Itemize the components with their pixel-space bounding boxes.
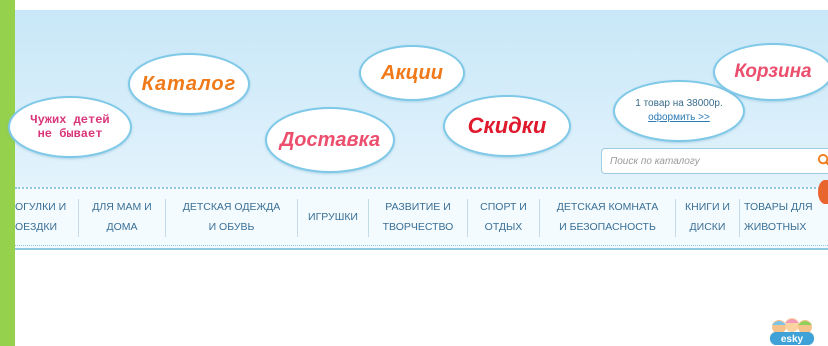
nav-label-sport: СПОРТ И ОТДЫХ [480,201,527,233]
nav-item-development[interactable]: РАЗВИТИЕ И ТВОРЧЕСТВО [369,189,467,245]
cart-label: Корзина [734,61,812,82]
actions-cloud-link[interactable]: Акции [359,37,465,101]
catalog-label: Каталог [141,72,237,95]
slogan-text: Чужих детей не бывает [30,113,110,141]
delivery-label: Доставка [279,128,381,151]
discounts-label: Скидки [467,113,547,138]
checkout-link[interactable]: оформить >> [648,111,710,125]
search-box [601,148,828,174]
catalog-cloud-link[interactable]: Каталог [128,43,250,115]
nav-label-kids-room: ДЕТСКАЯ КОМНАТА И БЕЗОПАСНОСТЬ [556,201,659,233]
corner-badge-icon [818,180,828,204]
search-input[interactable] [610,152,810,170]
nav-label-pets: ТОВАРЫ ДЛЯ ЖИВОТНЫХ [744,201,813,233]
discounts-cloud-link[interactable]: Скидки [443,85,571,157]
nav-label-kids-clothing: ДЕТСКАЯ ОДЕЖДА И ОБУВЬ [182,201,281,233]
slogan-cloud: Чужих детей не бывает [8,86,132,158]
nav-item-walks[interactable]: ОГУЛКИ И ОЕЗДКИ [15,189,78,245]
category-nav: ОГУЛКИ И ОЕЗДКИ ДЛЯ МАМ И ДОМА ДЕТСКАЯ О… [15,187,828,250]
nav-item-kids-room[interactable]: ДЕТСКАЯ КОМНАТА И БЕЗОПАСНОСТЬ [540,189,675,245]
nav-label-walks: ОГУЛКИ И ОЕЗДКИ [15,201,67,233]
nav-label-toys: ИГРУШКИ [308,211,358,223]
nav-item-kids-clothing[interactable]: ДЕТСКАЯ ОДЕЖДА И ОБУВЬ [166,189,297,245]
nav-label-moms-home: ДЛЯ МАМ И ДОМА [92,201,152,233]
nav-label-development: РАЗВИТИЕ И ТВОРЧЕСТВО [382,201,454,233]
left-accent-bar [0,0,15,346]
nav-item-toys[interactable]: ИГРУШКИ [298,189,368,245]
nav-item-moms-home[interactable]: ДЛЯ МАМ И ДОМА [79,189,165,245]
cart-cloud-link[interactable]: Корзина [713,34,828,101]
nav-item-books[interactable]: КНИГИ И ДИСКИ [676,189,739,245]
logo-text: esky [781,334,804,345]
nav-label-books: КНИГИ И ДИСКИ [685,201,730,233]
cart-info-text: 1 товар на 38000р. [635,98,723,109]
actions-label: Акции [381,61,443,84]
delivery-cloud-link[interactable]: Доставка [265,95,395,173]
esky-logo: esky [770,318,814,345]
nav-item-pets[interactable]: ТОВАРЫ ДЛЯ ЖИВОТНЫХ [740,189,828,245]
search-icon[interactable] [817,153,828,168]
nav-item-sport[interactable]: СПОРТ И ОТДЫХ [468,189,539,245]
